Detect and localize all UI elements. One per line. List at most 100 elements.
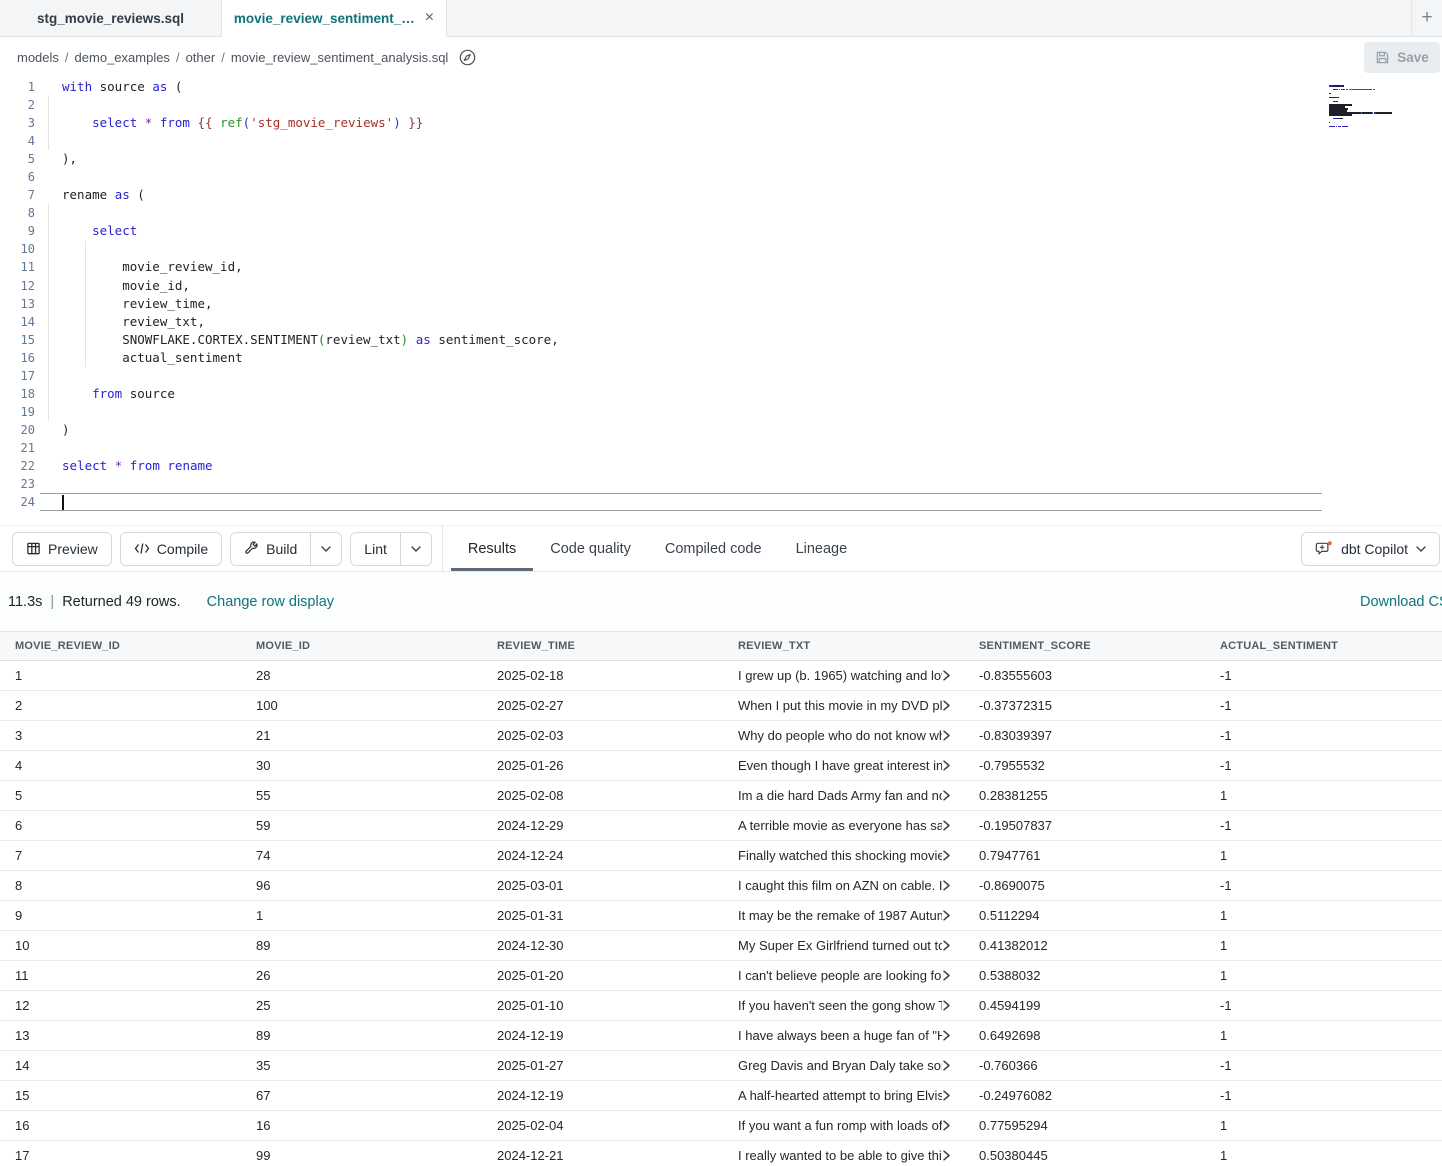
new-tab-button[interactable]: +: [1412, 7, 1442, 29]
code-line[interactable]: review_txt,: [44, 313, 1442, 331]
code-line[interactable]: [44, 168, 1442, 186]
column-header[interactable]: MOVIE_REVIEW_ID: [0, 640, 241, 652]
column-header[interactable]: SENTIMENT_SCORE: [964, 640, 1205, 652]
expand-cell-button[interactable]: [942, 1030, 964, 1041]
tab-bar-filler: +: [447, 0, 1442, 37]
expand-cell-button[interactable]: [942, 1090, 964, 1101]
compass-icon[interactable]: [458, 48, 477, 67]
table-cell: 0.28381255: [964, 788, 1205, 803]
table-cell: 3: [0, 728, 241, 743]
expand-cell-button[interactable]: [942, 760, 964, 771]
expand-cell-button[interactable]: [942, 670, 964, 681]
save-button[interactable]: Save: [1364, 42, 1440, 73]
code-line[interactable]: select * from rename: [44, 457, 1442, 475]
line-number: 15: [0, 331, 44, 349]
code-line[interactable]: from source: [44, 385, 1442, 403]
line-number: 16: [0, 349, 44, 367]
table-cell: 0.7947761: [964, 848, 1205, 863]
editor-code[interactable]: with source as ( select * from {{ ref('s…: [44, 78, 1442, 511]
breadcrumb-segment[interactable]: other: [186, 50, 216, 65]
table-cell: 1: [241, 908, 482, 923]
preview-button[interactable]: Preview: [12, 532, 112, 566]
code-line[interactable]: with source as (: [44, 78, 1442, 96]
code-line[interactable]: ),: [44, 150, 1442, 168]
code-line[interactable]: review_time,: [44, 295, 1442, 313]
table-cell: 74: [241, 848, 482, 863]
lint-button[interactable]: Lint: [351, 533, 400, 565]
table-cell: It may be the remake of 1987 Autumn'…: [723, 908, 964, 923]
code-line[interactable]: rename as (: [44, 186, 1442, 204]
code-line[interactable]: SNOWFLAKE.CORTEX.SENTIMENT(review_txt) a…: [44, 331, 1442, 349]
code-editor[interactable]: 123456789101112131415161718192021222324 …: [0, 78, 1442, 525]
dbt-copilot-button[interactable]: dbt Copilot: [1301, 532, 1440, 566]
expand-cell-button[interactable]: [942, 910, 964, 921]
code-line[interactable]: actual_sentiment: [44, 349, 1442, 367]
column-header[interactable]: MOVIE_ID: [241, 640, 482, 652]
chevron-right-icon: [942, 1120, 951, 1131]
code-line[interactable]: [44, 439, 1442, 457]
code-line[interactable]: [44, 132, 1442, 150]
code-line[interactable]: [44, 475, 1442, 493]
file-tab-movie-review-sentiment[interactable]: movie_review_sentiment_… ×: [222, 0, 447, 37]
file-tab-label: movie_review_sentiment_…: [234, 11, 415, 26]
change-row-display-link[interactable]: Change row display: [207, 594, 334, 610]
expand-cell-button[interactable]: [942, 1000, 964, 1011]
download-csv-link[interactable]: Download CSV: [1360, 594, 1442, 610]
close-tab-icon[interactable]: ×: [425, 10, 434, 26]
chevron-right-icon: [942, 910, 951, 921]
code-line[interactable]: [44, 204, 1442, 222]
minimap[interactable]: [1329, 85, 1397, 132]
expand-cell-button[interactable]: [942, 1060, 964, 1071]
tab-lineage[interactable]: Lineage: [779, 526, 865, 571]
expand-cell-button[interactable]: [942, 850, 964, 861]
expand-cell-button[interactable]: [942, 1150, 964, 1161]
expand-cell-button[interactable]: [942, 700, 964, 711]
expand-cell-button[interactable]: [942, 880, 964, 891]
line-number: 24: [0, 493, 44, 511]
build-dropdown-button[interactable]: [310, 533, 341, 565]
expand-cell-button[interactable]: [942, 730, 964, 741]
table-cell: 15: [0, 1088, 241, 1103]
tab-results[interactable]: Results: [451, 526, 533, 571]
build-button[interactable]: Build: [231, 533, 310, 565]
tab-compiled-code[interactable]: Compiled code: [648, 526, 779, 571]
table-cell: 0.5112294: [964, 908, 1205, 923]
compile-button[interactable]: Compile: [120, 532, 222, 566]
review-text: A half-hearted attempt to bring Elvis P…: [738, 1088, 942, 1103]
table-cell: 2024-12-21: [482, 1148, 723, 1163]
code-line[interactable]: movie_review_id,: [44, 258, 1442, 276]
file-tab-stg-movie-reviews[interactable]: stg_movie_reviews.sql: [0, 0, 222, 37]
code-line[interactable]: [44, 403, 1442, 421]
breadcrumb-segment[interactable]: demo_examples: [75, 50, 170, 65]
tab-code-quality[interactable]: Code quality: [533, 526, 648, 571]
lint-label: Lint: [364, 541, 387, 557]
code-line[interactable]: [44, 240, 1442, 258]
expand-cell-button[interactable]: [942, 970, 964, 981]
code-line[interactable]: ): [44, 421, 1442, 439]
column-header[interactable]: REVIEW_TXT: [723, 640, 964, 652]
table-cell: 89: [241, 1028, 482, 1043]
breadcrumb-segment[interactable]: models: [17, 50, 59, 65]
expand-cell-button[interactable]: [942, 1120, 964, 1131]
lint-dropdown-button[interactable]: [400, 533, 431, 565]
column-header[interactable]: REVIEW_TIME: [482, 640, 723, 652]
table-cell: 2025-01-27: [482, 1058, 723, 1073]
code-line[interactable]: select * from {{ ref('stg_movie_reviews'…: [44, 114, 1442, 132]
expand-cell-button[interactable]: [942, 940, 964, 951]
code-line[interactable]: select: [44, 222, 1442, 240]
expand-cell-button[interactable]: [942, 790, 964, 801]
text-cursor: [62, 495, 64, 510]
expand-cell-button[interactable]: [942, 820, 964, 831]
code-line[interactable]: movie_id,: [44, 277, 1442, 295]
table-row: 4302025-01-26Even though I have great in…: [0, 751, 1442, 781]
table-cell: 2025-01-26: [482, 758, 723, 773]
column-header[interactable]: ACTUAL_SENTIMENT: [1205, 640, 1442, 652]
table-row: 16162025-02-04If you want a fun romp wit…: [0, 1111, 1442, 1141]
code-line[interactable]: [44, 367, 1442, 385]
table-cell: 100: [241, 698, 482, 713]
review-text: Greg Davis and Bryan Daly take some …: [738, 1058, 942, 1073]
code-line[interactable]: [44, 96, 1442, 114]
breadcrumb: models/demo_examples/other/movie_review_…: [17, 50, 448, 65]
table-cell: 14: [0, 1058, 241, 1073]
breadcrumb-segment[interactable]: movie_review_sentiment_analysis.sql: [231, 50, 449, 65]
